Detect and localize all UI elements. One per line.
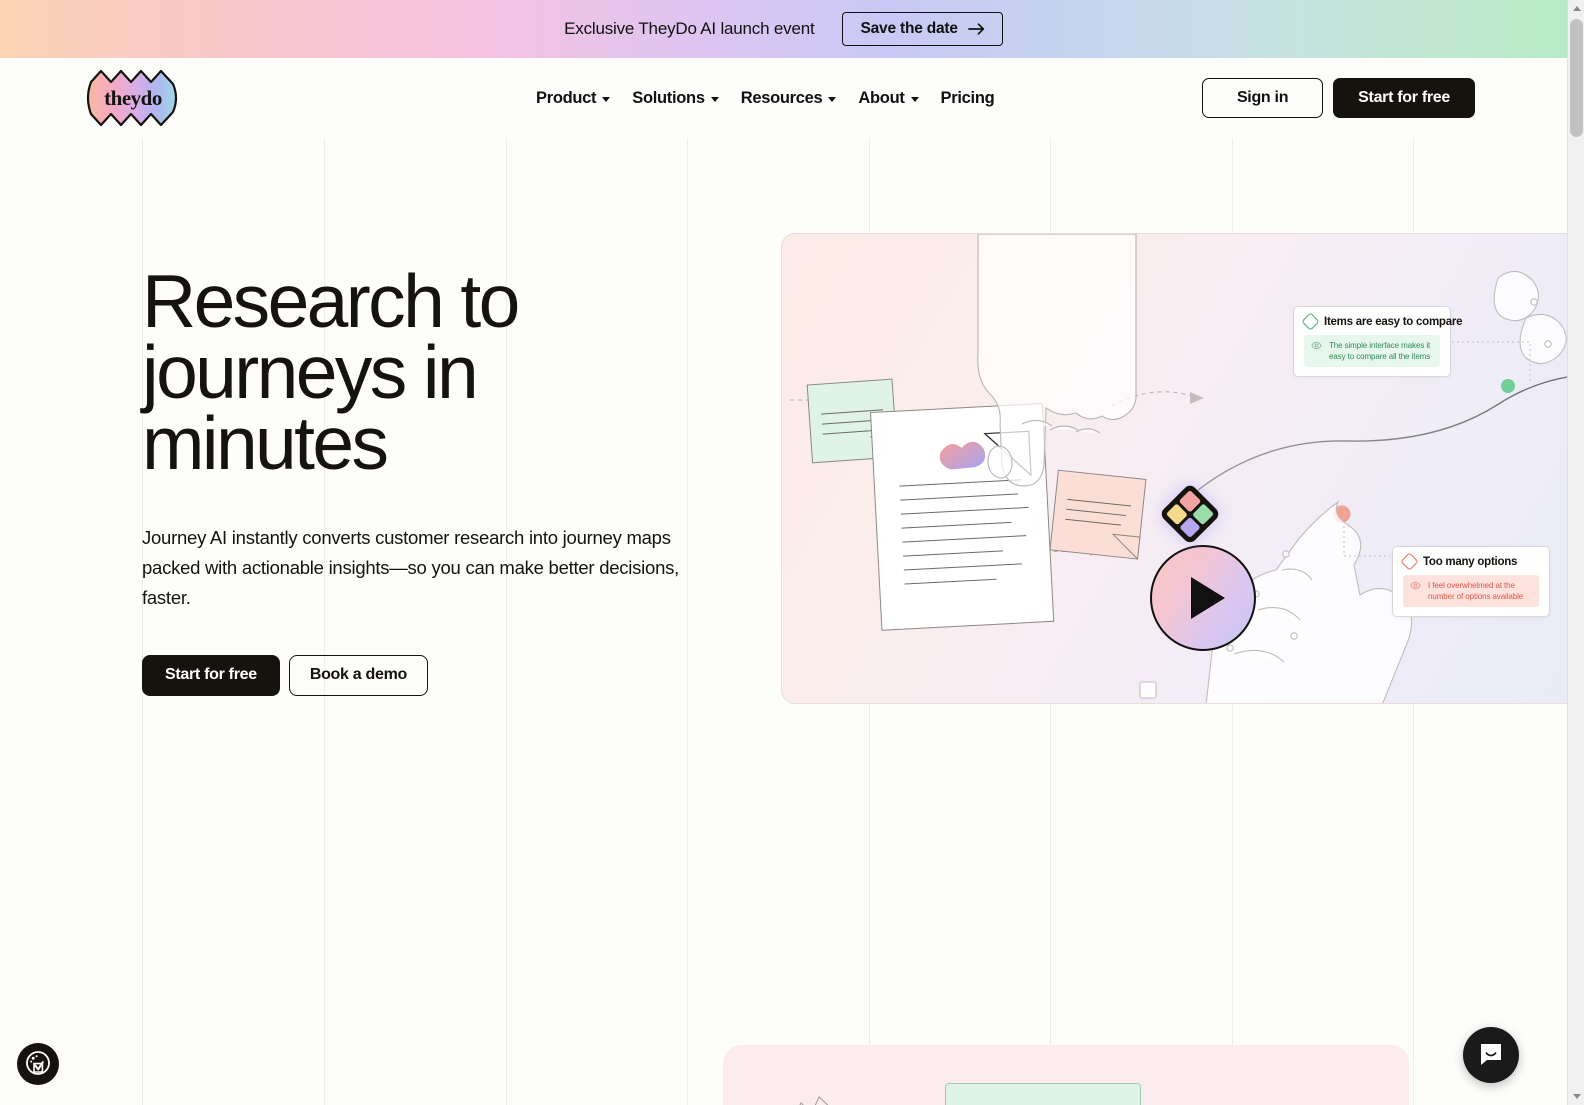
chevron-down-icon <box>602 96 611 102</box>
announcement-banner: Exclusive TheyDo AI launch event Save th… <box>0 0 1567 58</box>
gem-negative-icon <box>1400 552 1419 571</box>
eye-icon <box>1410 580 1421 591</box>
accessibility-icon <box>25 1050 51 1079</box>
arrow-right-icon <box>967 23 985 35</box>
main-navigation: Product Solutions Resources About Pricin… <box>536 58 995 138</box>
page-title: Research to journeys in minutes <box>142 259 520 485</box>
nav-label: Product <box>536 88 597 107</box>
nav-item-about[interactable]: About <box>858 88 919 108</box>
annotation-title-row: Items are easy to compare <box>1301 312 1462 331</box>
hero-subtitle: Journey AI instantly converts customer r… <box>142 526 679 608</box>
nav-label: Pricing <box>940 88 995 107</box>
page-root: Exclusive TheyDo AI launch event Save th… <box>0 0 1567 1105</box>
annotation-quote-row: The simple interface makes it easy to co… <box>1304 335 1440 368</box>
vertical-scrollbar[interactable] <box>1567 0 1584 1105</box>
hero-copy: Research to journeys in minutes Journey … <box>142 259 702 696</box>
save-the-date-label: Save the date <box>860 20 958 38</box>
save-the-date-button[interactable]: Save the date <box>842 12 1003 46</box>
nav-item-solutions[interactable]: Solutions <box>632 88 719 108</box>
book-a-demo-button[interactable]: Book a demo <box>288 654 428 696</box>
site-header: theydo Product Solutions Resources About <box>0 58 1567 138</box>
annotation-card-negative: Too many options I feel overwhelmed at t… <box>1392 546 1550 618</box>
accessibility-widget-button[interactable] <box>17 1043 59 1085</box>
nav-label: About <box>858 88 905 107</box>
scroll-down-arrow-icon[interactable] <box>1568 1088 1584 1105</box>
chevron-down-icon <box>828 96 837 102</box>
nav-item-resources[interactable]: Resources <box>741 89 837 108</box>
header-actions: Sign in Start for free <box>1201 58 1475 138</box>
chevron-down-icon <box>910 96 919 102</box>
scroll-up-arrow-icon[interactable] <box>1568 0 1584 17</box>
annotation-title: Items are easy to compare <box>1324 315 1463 328</box>
hero-video-player[interactable]: Items are easy to compare The simple int… <box>781 233 1567 704</box>
play-icon <box>1150 545 1256 651</box>
nav-item-product[interactable]: Product <box>536 88 611 108</box>
theydo-logo[interactable]: theydo <box>84 69 182 127</box>
annotation-card-positive: Items are easy to compare The simple int… <box>1293 306 1462 378</box>
nav-item-pricing[interactable]: Pricing <box>941 89 995 108</box>
browser-viewport: Exclusive TheyDo AI launch event Save th… <box>0 0 1584 1105</box>
scrollbar-thumb[interactable] <box>1570 19 1583 137</box>
hero-section: Research to journeys in minutes Journey … <box>0 138 1567 768</box>
next-section-preview-card <box>723 1045 1409 1105</box>
start-for-free-button-hero[interactable]: Start for free <box>142 654 280 696</box>
gem-positive-icon <box>1301 312 1320 331</box>
chat-launcher-button[interactable] <box>1463 1027 1519 1083</box>
nav-label: Solutions <box>632 88 705 107</box>
chevron-down-icon <box>710 96 719 102</box>
eye-icon <box>1311 340 1322 351</box>
start-for-free-button-header[interactable]: Start for free <box>1333 78 1475 118</box>
announcement-text: Exclusive TheyDo AI launch event <box>564 19 815 38</box>
annotation-quote: The simple interface makes it easy to co… <box>1329 341 1431 362</box>
next-section-chip <box>945 1083 1141 1105</box>
annotation-quote: I feel overwhelmed at the number of opti… <box>1428 581 1524 602</box>
hero-cta-group: Start for free Book a demo <box>142 654 702 696</box>
nav-label: Resources <box>740 88 823 107</box>
chat-bubble-icon <box>1478 1041 1504 1070</box>
annotation-title: Too many options <box>1423 555 1518 568</box>
annotation-quote-row: I feel overwhelmed at the number of opti… <box>1403 575 1539 608</box>
sign-in-button[interactable]: Sign in <box>1201 78 1324 118</box>
play-video-button[interactable] <box>1150 545 1256 651</box>
annotation-title-row: Too many options <box>1400 552 1539 571</box>
svg-text:theydo: theydo <box>104 86 162 110</box>
